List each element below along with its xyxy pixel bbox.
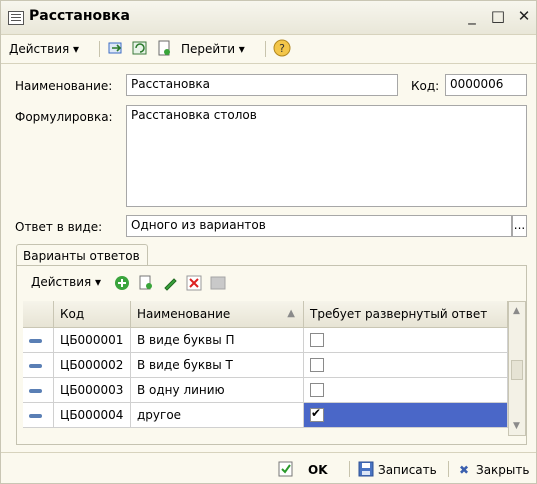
toolbar: Действия ▾ Перейти ▾ ? bbox=[1, 35, 536, 64]
disabled-tool-icon bbox=[210, 275, 226, 291]
form-icon bbox=[8, 11, 24, 25]
name-cell[interactable]: другое bbox=[130, 402, 304, 428]
name-cell[interactable]: В виде буквы П bbox=[130, 327, 304, 353]
toolbar-separator bbox=[99, 41, 100, 57]
answer-type-select-button[interactable]: ... bbox=[512, 215, 527, 237]
column-header-name-label: Наименование bbox=[137, 307, 231, 321]
help-icon[interactable]: ? bbox=[273, 39, 291, 57]
row-icon-header bbox=[23, 301, 54, 328]
footer-separator bbox=[448, 461, 449, 477]
edit-pencil-icon[interactable] bbox=[162, 275, 178, 291]
code-cell[interactable]: ЦБ000001 bbox=[53, 327, 131, 353]
scroll-thumb[interactable] bbox=[511, 360, 523, 380]
ok-check-icon[interactable] bbox=[278, 461, 294, 477]
table-row[interactable]: ЦБ000002 В виде буквы Т bbox=[23, 352, 508, 378]
actions-menu[interactable]: Действия ▾ bbox=[9, 40, 79, 58]
answer-variants-table: Код Наименование ▲ Требует развернутый о… bbox=[23, 301, 508, 428]
close-button[interactable]: Закрыть bbox=[476, 461, 529, 479]
delete-icon[interactable] bbox=[186, 275, 202, 291]
answer-type-label: Ответ в виде: bbox=[15, 220, 103, 234]
code-cell[interactable]: ЦБ000002 bbox=[53, 352, 131, 378]
footer-separator bbox=[349, 461, 350, 477]
table-row[interactable]: ЦБ000001 В виде буквы П bbox=[23, 327, 508, 353]
table-row[interactable]: ЦБ000003 В одну линию bbox=[23, 377, 508, 403]
column-header-code[interactable]: Код bbox=[53, 301, 131, 328]
detailed-answer-checkbox[interactable] bbox=[310, 358, 324, 373]
save-disk-icon[interactable] bbox=[358, 461, 374, 477]
svg-text:?: ? bbox=[279, 42, 285, 55]
close-x-icon[interactable]: ✖ bbox=[459, 461, 469, 479]
row-icon bbox=[29, 388, 42, 393]
name-cell[interactable]: В одну линию bbox=[130, 377, 304, 403]
scroll-up-icon[interactable]: ▲ bbox=[513, 306, 520, 316]
refresh-icon[interactable] bbox=[132, 40, 148, 56]
window-title: Расстановка bbox=[29, 8, 130, 24]
table-actions-menu[interactable]: Действия ▾ bbox=[31, 273, 101, 291]
code-label: Код: bbox=[411, 79, 440, 93]
goto-menu[interactable]: Перейти ▾ bbox=[181, 40, 245, 58]
formulation-textarea[interactable]: Расстановка столов bbox=[126, 105, 527, 207]
formulation-label: Формулировка: bbox=[15, 110, 113, 124]
table-header-row: Код Наименование ▲ Требует развернутый о… bbox=[23, 301, 508, 328]
scroll-down-icon[interactable]: ▼ bbox=[513, 421, 520, 431]
save-arrow-icon[interactable] bbox=[108, 40, 124, 56]
footer-bar: OK Записать ✖ Закрыть bbox=[1, 452, 536, 484]
row-icon bbox=[29, 363, 42, 368]
sort-icon: ▲ bbox=[287, 308, 295, 319]
ok-button[interactable]: OK bbox=[308, 461, 328, 479]
name-label: Наименование: bbox=[15, 79, 113, 93]
row-icon-cell bbox=[23, 327, 54, 353]
detailed-answer-checkbox[interactable] bbox=[310, 383, 324, 398]
toolbar-separator bbox=[265, 41, 266, 57]
table-row-selected[interactable]: ЦБ000004 другое bbox=[23, 402, 508, 428]
document-icon[interactable] bbox=[156, 40, 172, 56]
minimize-button[interactable]: _ bbox=[463, 7, 481, 25]
column-header-name[interactable]: Наименование ▲ bbox=[130, 301, 304, 328]
close-window-button[interactable]: ✕ bbox=[515, 7, 533, 25]
maximize-button[interactable]: □ bbox=[489, 7, 507, 25]
dialog-window: Расстановка _ □ ✕ Действия ▾ Перейти ▾ ?… bbox=[0, 0, 537, 484]
detailed-answer-cell[interactable] bbox=[303, 377, 508, 403]
copy-icon[interactable] bbox=[138, 275, 154, 291]
row-icon-cell bbox=[23, 352, 54, 378]
code-cell[interactable]: ЦБ000004 bbox=[53, 402, 131, 428]
detailed-answer-cell[interactable] bbox=[303, 327, 508, 353]
code-cell[interactable]: ЦБ000003 bbox=[53, 377, 131, 403]
name-cell[interactable]: В виде буквы Т bbox=[130, 352, 304, 378]
detailed-answer-checkbox[interactable] bbox=[310, 333, 324, 348]
vertical-scrollbar[interactable]: ▲ ▼ bbox=[508, 301, 526, 436]
detailed-answer-checkbox-checked[interactable] bbox=[310, 406, 324, 423]
name-input[interactable]: Расстановка bbox=[126, 74, 398, 96]
row-icon-cell bbox=[23, 377, 54, 403]
answer-type-input[interactable]: Одного из вариантов bbox=[126, 215, 512, 237]
detailed-answer-cell[interactable] bbox=[303, 402, 508, 428]
column-header-detailed-answer[interactable]: Требует развернутый ответ bbox=[303, 301, 508, 328]
code-input[interactable]: 0000006 bbox=[445, 74, 527, 96]
detailed-answer-cell[interactable] bbox=[303, 352, 508, 378]
add-icon[interactable] bbox=[114, 275, 130, 291]
row-icon bbox=[29, 413, 42, 418]
title-bar[interactable]: Расстановка _ □ ✕ bbox=[1, 1, 536, 35]
save-button[interactable]: Записать bbox=[378, 461, 437, 479]
row-icon-cell bbox=[23, 402, 54, 428]
tab-answer-variants[interactable]: Варианты ответов bbox=[16, 244, 148, 266]
row-icon bbox=[29, 338, 42, 343]
